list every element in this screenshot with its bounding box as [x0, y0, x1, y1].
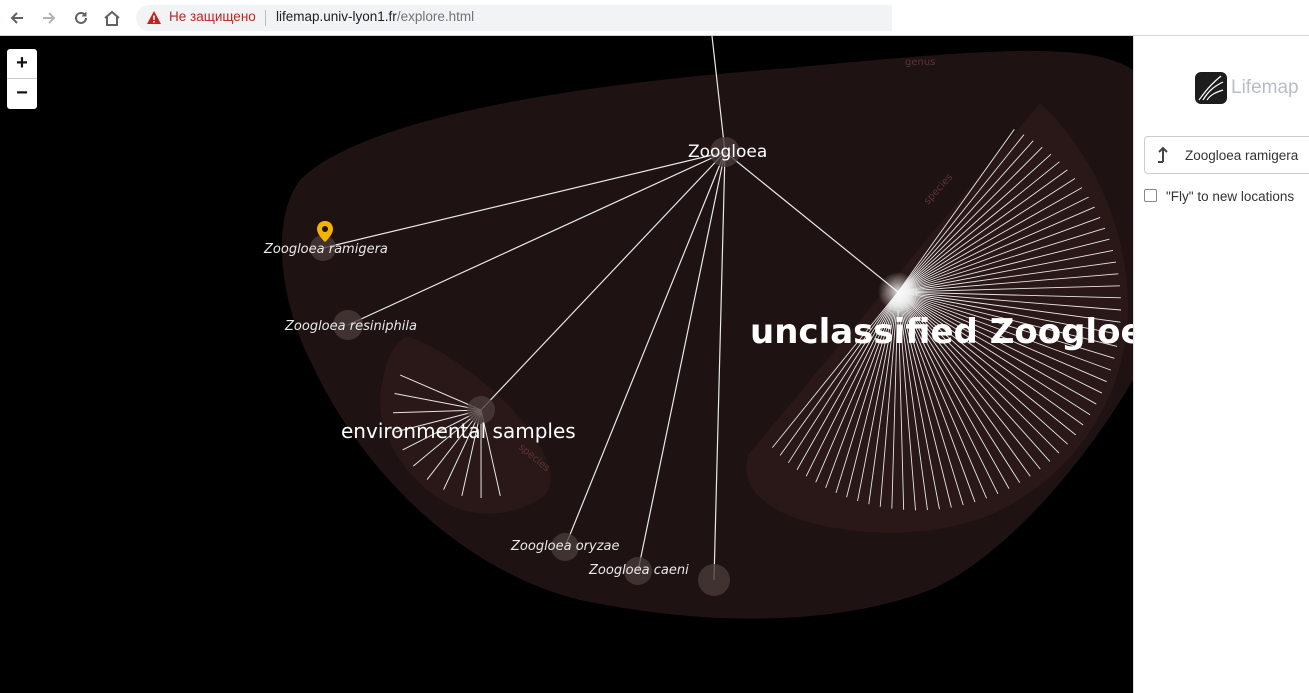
- home-icon: [104, 10, 120, 26]
- sidebar: Lifemap "Fly" to new locations: [1133, 36, 1309, 693]
- warning-triangle-icon: [147, 11, 161, 24]
- taxon-label-caeni[interactable]: Zoogloea caeni: [589, 563, 689, 578]
- reload-button[interactable]: [69, 6, 93, 30]
- address-bar[interactable]: Не защищено lifemap.univ-lyon1.fr/explor…: [136, 5, 892, 31]
- url-host: lifemap.univ-lyon1.fr: [276, 9, 397, 24]
- arrow-up-icon[interactable]: [1155, 146, 1171, 164]
- taxon-label-environmental[interactable]: environmental samples: [341, 419, 576, 443]
- browser-toolbar: Не защищено lifemap.univ-lyon1.fr/explor…: [0, 0, 1309, 36]
- taxon-label-genus[interactable]: Zoogloea: [688, 142, 767, 162]
- forward-button[interactable]: [37, 6, 61, 30]
- zoom-control: + −: [7, 49, 37, 109]
- zoom-out-button[interactable]: −: [7, 79, 37, 109]
- zone-label-genus: genus: [905, 57, 935, 68]
- url-path: /explore.html: [396, 9, 475, 24]
- zoom-in-button[interactable]: +: [7, 49, 37, 79]
- taxon-search-box[interactable]: [1144, 136, 1309, 174]
- taxon-label-ramigera[interactable]: Zoogloea ramigera: [264, 242, 388, 257]
- arrow-left-icon: [10, 12, 23, 24]
- reload-icon: [75, 11, 87, 24]
- security-status-text[interactable]: Не защищено: [169, 9, 256, 24]
- fly-checkbox[interactable]: [1144, 189, 1157, 202]
- taxon-label-unclassified[interactable]: unclassified Zoogloea: [750, 312, 1133, 352]
- map-canvas[interactable]: genus species species: [0, 36, 1133, 693]
- fly-label[interactable]: "Fly" to new locations: [1166, 189, 1294, 204]
- logo-text: Lifemap: [1231, 77, 1299, 98]
- tree-map[interactable]: genus species species Zoogloea Zoogloea …: [0, 36, 1133, 693]
- taxon-label-resiniphila[interactable]: Zoogloea resiniphila: [285, 319, 417, 334]
- node-unnamed[interactable]: [698, 564, 730, 596]
- taxon-label-oryzae[interactable]: Zoogloea oryzae: [511, 539, 620, 554]
- back-button[interactable]: [5, 6, 29, 30]
- lifemap-logo-icon: [1195, 72, 1227, 104]
- node-unclassified[interactable]: [878, 272, 918, 312]
- arrow-right-icon: [43, 12, 56, 24]
- home-button[interactable]: [100, 6, 124, 30]
- address-bar-extension-area: [892, 5, 1309, 31]
- search-input[interactable]: [1185, 137, 1309, 173]
- address-divider: [265, 10, 266, 26]
- fly-option[interactable]: "Fly" to new locations: [1144, 189, 1294, 204]
- url-text[interactable]: lifemap.univ-lyon1.fr/explore.html: [276, 9, 474, 24]
